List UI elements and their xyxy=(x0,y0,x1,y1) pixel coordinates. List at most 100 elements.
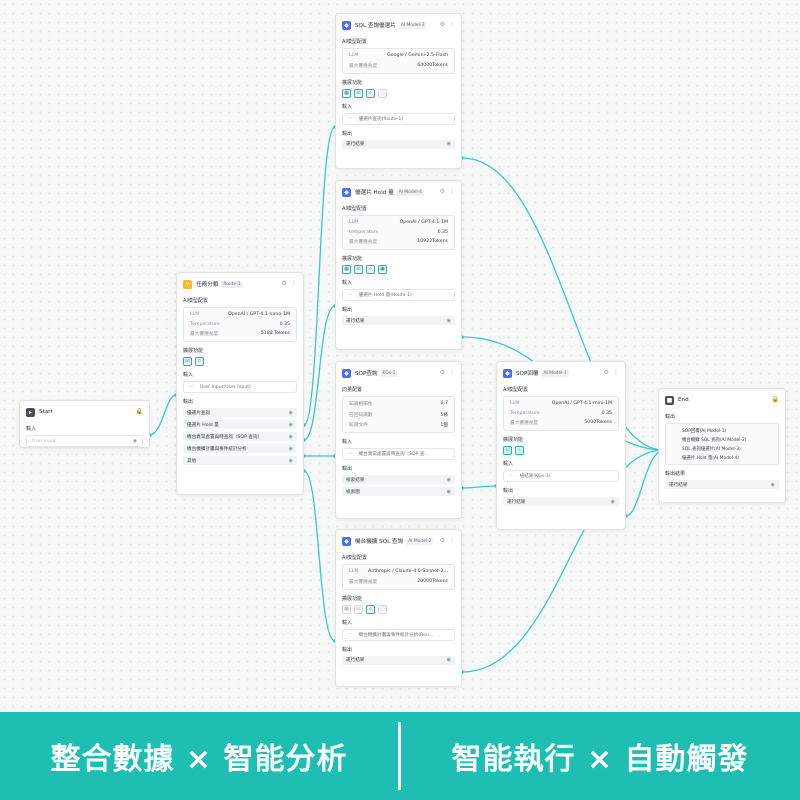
image-icon[interactable]: ◌ xyxy=(378,88,387,98)
stats-sql-output-section-label: 輸出 xyxy=(342,646,353,653)
eye-icon[interactable]: ◉ xyxy=(447,657,451,663)
eye-icon[interactable]: ◉ xyxy=(289,434,293,440)
sop-query-node-header: ◆ SOP查詢 KGs-1 ⚙ ⋮ xyxy=(336,365,461,381)
eye-icon[interactable]: ◉ xyxy=(289,458,293,464)
start-node-title: Start xyxy=(39,409,53,415)
knowledge-icon: ◆ xyxy=(342,368,351,378)
sop-answer-model-config[interactable]: LLM OpenAI / GPT-4.1-mini-1M Temperature 0… xyxy=(503,396,619,432)
lock-icon[interactable]: 🔒 xyxy=(772,395,779,404)
eye-icon[interactable]: ◉ xyxy=(289,422,293,428)
hold-input-field[interactable]: — 優選片 Hold 量(Route-1) xyxy=(342,289,455,302)
router-output-2-label: 優選片 Hold 量 xyxy=(187,422,219,428)
start-user-input[interactable]: User Input ◉ xyxy=(26,435,143,447)
sop-query-node[interactable]: ◆ SOP查詢 KGs-1 ⚙ ⋮ 向量配置 知識相關性 0.7 召回知識數 5條 知… xyxy=(335,361,462,519)
search-icon[interactable]: ⌕ xyxy=(366,604,375,614)
sql-node[interactable]: ◆ SQL 查詢優選片 AI Model-3 ⚙ ⋮ AI模型配置 LLM Goog… xyxy=(335,13,462,169)
phone-icon[interactable]: ☏ xyxy=(354,604,363,614)
sop-answer-funcs-section-label: 擴展功能 xyxy=(503,437,524,444)
eye-icon[interactable]: ◉ xyxy=(289,410,293,416)
end-node-header: ■ End 🔒 xyxy=(659,392,785,408)
router-output-2[interactable]: 優選片 Hold 量 ◉ xyxy=(183,420,297,430)
image-icon[interactable]: ▣ xyxy=(378,265,387,275)
end-output-list[interactable]: SOP回覆(AI Model-1) 機台機擴 SQL 查詢(AI Model-2… xyxy=(665,423,779,465)
sop-answer-node[interactable]: ◆ SOP回覆 AI Model-1 ⚙ ⋮ AI模型配置 LLM OpenAI /… xyxy=(496,361,626,530)
end-node[interactable]: ■ End 🔒 輸出 SOP回覆(AI Model-1) 機台機擴 SQL 查詢… xyxy=(658,388,786,503)
router-output-4[interactable]: 機台機擴計畫與事件統計分析 ◉ xyxy=(183,444,297,454)
table-icon[interactable]: ▦ xyxy=(342,265,351,275)
sop-query-node-tag: KGs-1 xyxy=(380,369,398,377)
gear-icon[interactable]: ⚙ xyxy=(604,368,609,377)
sop-answer-node-title: SOP回覆 xyxy=(516,371,539,377)
end-output-4-label: 優選片 Hold 量(AI Model-4) xyxy=(682,455,740,461)
eye-icon[interactable]: ◉ xyxy=(611,499,615,505)
gear-icon[interactable]: ⚙ xyxy=(440,20,445,29)
search-icon[interactable]: ⌕ xyxy=(195,357,204,367)
search-icon[interactable]: ⌕ xyxy=(366,88,375,98)
sop-query-row-3-label: 知識文件 xyxy=(349,422,368,428)
sop-answer-input-field[interactable]: — 檢結果(KGs-1) xyxy=(503,470,619,483)
eye-icon[interactable]: ◉ xyxy=(289,446,293,452)
gear-icon[interactable]: ⚙ xyxy=(440,536,445,545)
eye-icon[interactable]: ◉ xyxy=(133,439,137,444)
more-icon[interactable]: ⋮ xyxy=(449,368,455,377)
phone-icon[interactable]: ☏ xyxy=(503,446,512,456)
more-icon[interactable]: ⋮ xyxy=(449,187,455,196)
router-node[interactable]: ⑂ 任務分類 Route-1 ⚙ ⋮ AI模型配置 LLM OpenAI / GPT… xyxy=(176,272,304,495)
sop-answer-extension-functions: ☏ ⌕ xyxy=(503,446,619,456)
start-node[interactable]: ▸ Start 🔒 輸入 User Input ◉ xyxy=(19,400,150,448)
workflow-canvas[interactable]: ▸ Start 🔒 輸入 User Input ◉ ⑂ 任務分類 Route-1… xyxy=(0,0,800,712)
sop-query-input-field[interactable]: — 機台異常處置與時查詢（SOP 查... xyxy=(342,448,455,461)
stats-sql-model-config[interactable]: LLM Anthropic / Claude-4.0-Sonnet-2... 最大… xyxy=(342,564,455,590)
end-format-row[interactable]: 運行結果 ◉ xyxy=(665,480,779,489)
sop-answer-output-row[interactable]: 運行結果 ◉ xyxy=(503,497,619,507)
stats-sql-input-field[interactable]: — 機台機擴計畫與事件統計分析(Rou... xyxy=(342,628,455,641)
sop-answer-input-value: 檢結果(KGs-1) xyxy=(519,474,551,480)
more-icon[interactable]: ⋮ xyxy=(291,279,297,288)
more-icon[interactable]: ⋮ xyxy=(449,20,455,29)
router-model-section-label: AI模型配置 xyxy=(183,298,208,304)
router-output-section-label: 輸出 xyxy=(183,399,194,406)
sop-query-vector-config[interactable]: 知識相關性 0.7 召回知識數 5條 知識文件 1個 xyxy=(342,396,455,434)
gear-icon[interactable]: ⚙ xyxy=(440,187,445,196)
lock-icon[interactable]: 🔒 xyxy=(136,407,143,416)
sql-input-field[interactable]: — 優選片查詢(Route-1) xyxy=(342,112,455,125)
eye-icon[interactable]: ◉ xyxy=(447,318,451,324)
gear-icon[interactable]: ⚙ xyxy=(282,279,287,288)
router-output-3[interactable]: 機台異常處置與時查詢（SOP 查詢） ◉ xyxy=(183,432,297,442)
sql-model-config[interactable]: LLM Google / Gemini-2.5-Flash 最大響應長度 64000… xyxy=(342,48,455,74)
hold-model-section-label: AI模型配置 xyxy=(342,206,367,212)
eye-icon[interactable]: ◉ xyxy=(447,141,451,147)
router-input-field[interactable]: — User Input(User Input) xyxy=(183,381,297,394)
sop-query-output-1[interactable]: 檢索結果 ◉ xyxy=(342,475,455,485)
phone-icon[interactable]: ☏ xyxy=(183,357,192,367)
image-icon[interactable]: ◌ xyxy=(378,604,387,614)
eye-icon[interactable]: ◉ xyxy=(771,482,775,488)
search-icon[interactable]: ⌕ xyxy=(515,446,524,456)
stats-sql-output-row[interactable]: 運行結果 ◉ xyxy=(342,655,455,665)
search-icon[interactable]: ⌕ xyxy=(366,265,375,275)
router-output-5[interactable]: 其他 ◉ xyxy=(183,456,297,466)
ai-model-icon: ◆ xyxy=(342,536,351,546)
sop-query-output-2[interactable]: 檢索圖 ◉ xyxy=(342,487,455,497)
table-icon[interactable]: ▦ xyxy=(342,604,351,614)
stats-sql-node[interactable]: ◆ 機台機擴 SQL 查詢 AI Model-2 ⚙ ⋮ AI模型配置 LLM An… xyxy=(335,529,462,687)
router-output-1[interactable]: 優選片查詢 ◉ xyxy=(183,408,297,418)
gear-icon[interactable]: ⚙ xyxy=(440,368,445,377)
hold-node[interactable]: ◆ 優選片 Hold 量 AI Model-4 ⚙ ⋮ AI模型配置 LLM Ope… xyxy=(335,180,462,350)
phone-icon[interactable]: ☏ xyxy=(354,88,363,98)
sop-query-row-2-value: 5條 xyxy=(440,412,448,418)
sql-tokens-value: 64000Tokens xyxy=(417,62,448,68)
more-icon[interactable]: ⋮ xyxy=(613,368,619,377)
eye-icon[interactable]: ◉ xyxy=(447,477,451,483)
sop-answer-node-header: ◆ SOP回覆 AI Model-1 ⚙ ⋮ xyxy=(497,365,625,381)
sql-output-row[interactable]: 運行結果 ◉ xyxy=(342,139,455,149)
router-model-config[interactable]: LLM OpenAI / GPT-4.1-nano-1M Temperature 0… xyxy=(183,307,297,343)
eye-icon[interactable]: ◉ xyxy=(447,489,451,495)
hold-output-row[interactable]: 運行結果 ◉ xyxy=(342,316,455,326)
router-node-title: 任務分類 xyxy=(196,282,219,288)
more-icon[interactable]: ⋮ xyxy=(449,536,455,545)
table-icon[interactable]: ▦ xyxy=(342,88,351,98)
hold-output-label: 運行結果 xyxy=(346,318,365,324)
hold-model-config[interactable]: LLM OpenAI / GPT-4.1-1M temperature 0.35 最… xyxy=(342,215,455,251)
phone-icon[interactable]: ☏ xyxy=(354,265,363,275)
